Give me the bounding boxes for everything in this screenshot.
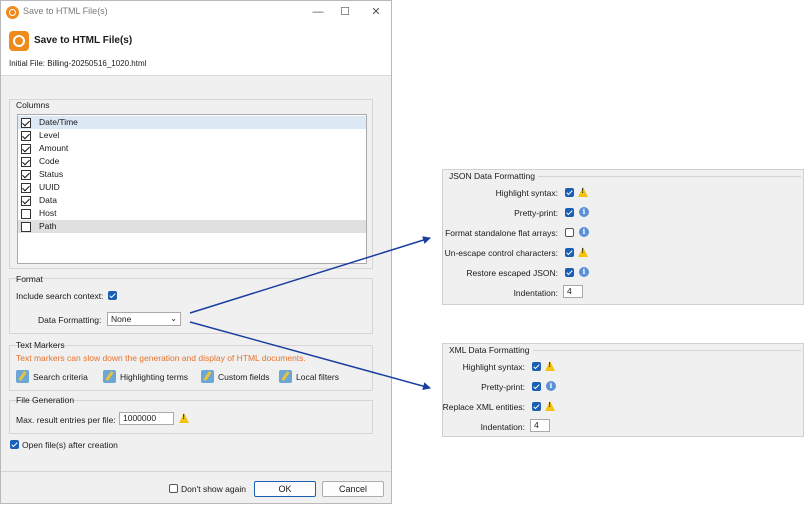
warning-icon [578,247,588,257]
xml-replace-entities-label: Replace XML entities: [442,402,525,412]
warning-icon [545,401,555,411]
json-highlight-syntax-label: Highlight syntax: [495,188,558,198]
xml-replace-entities-checkbox[interactable] [532,402,541,411]
json-flat-arrays-label: Format standalone flat arrays: [445,228,558,238]
xml-title-line [533,350,801,351]
xml-indentation-input[interactable]: 4 [530,419,550,432]
json-indentation-value: 4 [567,286,572,296]
info-icon: i [546,381,556,391]
info-icon: i [579,207,589,217]
warning-icon [545,361,555,371]
json-unescape-label: Un-escape control characters: [444,248,558,258]
json-indentation-input[interactable]: 4 [563,285,583,298]
xml-indentation-value: 4 [534,420,539,430]
xml-indentation-label: Indentation: [480,422,525,432]
json-flat-arrays-checkbox[interactable] [565,228,574,237]
json-pretty-print-checkbox[interactable] [565,208,574,217]
xml-panel-title: XML Data Formatting [449,345,530,355]
xml-formatting-panel: XML Data Formatting Highlight syntax: Pr… [442,343,804,437]
arrow-to-json-panel [189,236,431,314]
json-title-line [538,176,801,177]
json-indentation-label: Indentation: [513,288,558,298]
xml-highlight-syntax-label: Highlight syntax: [462,362,525,372]
json-restore-escaped-checkbox[interactable] [565,268,574,277]
json-restore-escaped-label: Restore escaped JSON: [466,268,558,278]
json-panel-title: JSON Data Formatting [449,171,535,181]
json-formatting-panel: JSON Data Formatting Highlight syntax: P… [442,169,804,305]
json-unescape-checkbox[interactable] [565,248,574,257]
info-icon: i [579,267,589,277]
warning-icon [578,187,588,197]
info-icon: i [579,227,589,237]
xml-pretty-print-label: Pretty-print: [481,382,525,392]
json-highlight-syntax-checkbox[interactable] [565,188,574,197]
arrow-to-xml-panel [189,321,431,391]
xml-pretty-print-checkbox[interactable] [532,382,541,391]
xml-highlight-syntax-checkbox[interactable] [532,362,541,371]
json-pretty-print-label: Pretty-print: [514,208,558,218]
